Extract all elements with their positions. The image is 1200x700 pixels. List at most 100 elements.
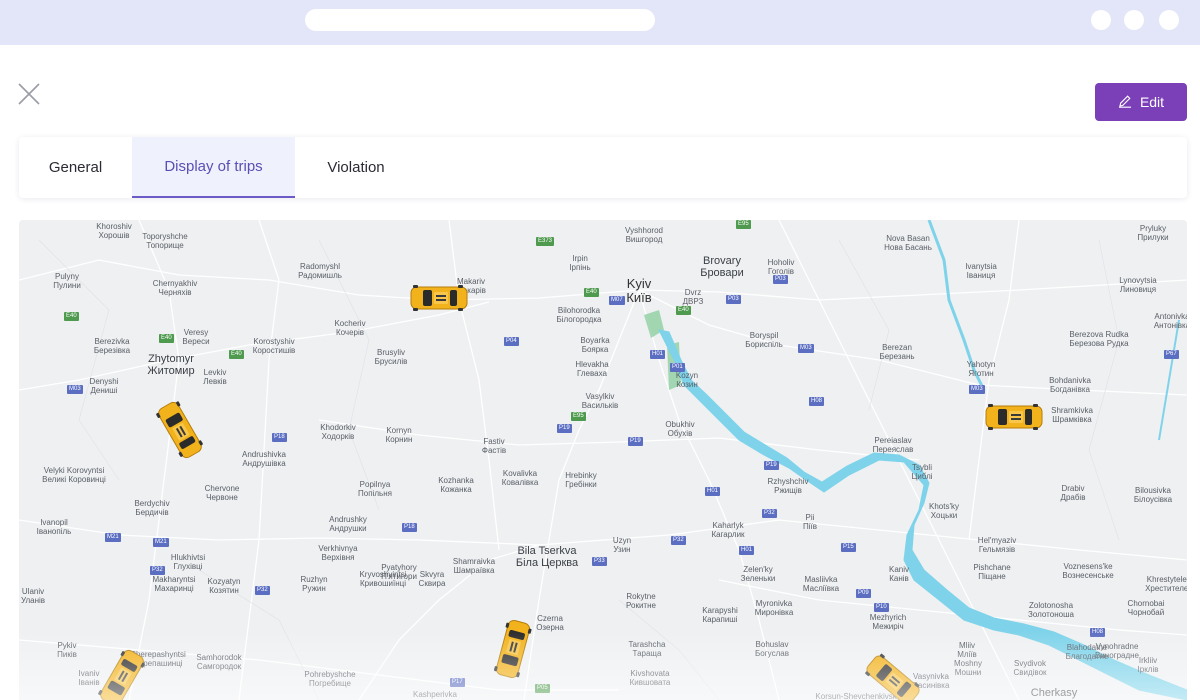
map-city-label: Pulyny Пулини: [53, 272, 81, 290]
map-city-label: Radomyshl Радомишль: [298, 262, 342, 280]
map-city-label: Pryluky Прилуки: [1137, 224, 1169, 242]
map-city-label: Khoroshiv Хорошів: [96, 222, 132, 240]
taxi-icon[interactable]: [410, 284, 468, 312]
road-shield: P10: [874, 603, 889, 612]
map-city-label: Tarashcha Тараща: [628, 640, 666, 658]
map-city-label: Vyshhorod Вишгород: [625, 226, 663, 244]
road-shield: P05: [535, 684, 550, 693]
map-city-label: Hel'myaziv Гельмязів: [977, 536, 1017, 554]
road-shield: P04: [504, 337, 519, 346]
road-shield: E40: [64, 312, 79, 321]
map-city-label: Kornyn Корнин: [385, 426, 413, 444]
map-city-label: Andrushivka Андрушівка: [241, 450, 287, 468]
window-control-dot[interactable]: [1124, 10, 1144, 30]
map-city-label: Dvrz ДВРЗ: [682, 288, 704, 306]
map-city-label: Cherkasy: [1030, 687, 1078, 699]
map-city-label: Moshny Мошни: [953, 659, 983, 677]
map-city-label: Veresy Вереси: [182, 328, 210, 346]
map-city-label: Zhytomyr Житомир: [147, 353, 195, 377]
map-city-label: Voznesens'ke Вознесенське: [1062, 562, 1114, 580]
trips-map[interactable]: Kyiv Київ Zhytomyr Житомир Bila Tserkva Бі…: [19, 220, 1187, 700]
road-shield: M03: [969, 385, 985, 394]
map-city-label: Berezan Березань: [879, 343, 915, 361]
map-city-label: Mezhyrich Межиріч: [869, 613, 907, 631]
road-shield: H08: [809, 397, 825, 406]
map-city-label: Pishchane Піщане: [973, 563, 1011, 581]
map-city-label: Ivanopil Іванопіль: [36, 518, 72, 536]
tab-bar: General Display of trips Violation: [19, 137, 1187, 198]
map-city-label: Mliiv Мліїв: [957, 641, 977, 659]
map-city-label: Velyki Korovyntsi Великі Коровинці: [42, 466, 106, 484]
map-city-label: Popilnya Попільня: [358, 480, 392, 498]
road-shield: P01: [670, 363, 685, 372]
road-shield: P19: [628, 437, 643, 446]
map-city-label: Pereiaslav Переяслав: [872, 436, 914, 454]
map-city-label: Czerna Озерна: [536, 614, 564, 632]
edit-button[interactable]: Edit: [1095, 83, 1187, 121]
map-city-label: Brovary Бровари: [700, 255, 744, 279]
road-shield: E95: [571, 412, 586, 421]
map-city-label: Levkiv Левків: [203, 368, 227, 386]
map-city-label: Berezivka Березівка: [93, 337, 131, 355]
road-shield: P15: [841, 543, 856, 552]
close-icon[interactable]: [16, 81, 42, 107]
map-city-label: Chornobai Чорнобай: [1127, 599, 1165, 617]
map-city-label: Tsybli Циблі: [911, 463, 933, 481]
road-shield: M21: [153, 538, 169, 547]
taxi-icon[interactable]: [985, 403, 1043, 431]
road-shield: E95: [736, 220, 751, 229]
map-city-label: Kozyatyn Козятин: [207, 577, 241, 595]
map-city-label: Zelen'ky Зеленьки: [740, 565, 776, 583]
road-shield: P32: [255, 586, 270, 595]
road-shield: P09: [856, 589, 871, 598]
browser-chrome-bar: [0, 0, 1200, 45]
map-city-label: Chernyakhiv Черняхів: [152, 279, 198, 297]
road-shield: P32: [150, 566, 165, 575]
map-city-label: Verkhivnya Верхівня: [318, 544, 358, 562]
map-city-label: Kozyn Козин: [675, 371, 699, 389]
map-city-label: Andrushky Андрушки: [329, 515, 367, 533]
map-city-label: Kryvoshyintsi Кривошиїнці: [359, 570, 407, 588]
map-city-label: Obukhiv Обухів: [665, 420, 695, 438]
map-city-label: Boryspil Бориспіль: [745, 331, 783, 349]
map-city-label: Rokytne Рокитне: [626, 592, 656, 610]
road-shield: P18: [272, 433, 287, 442]
map-city-label: Kyiv Київ: [626, 276, 652, 305]
road-shield: H08: [1090, 628, 1106, 637]
map-city-label: Shramkivka Шрамківка: [1051, 406, 1093, 424]
window-control-dot[interactable]: [1159, 10, 1179, 30]
tab-violation[interactable]: Violation: [295, 137, 417, 198]
map-city-label: Antonivka Антонівка: [1153, 312, 1187, 330]
road-shield: P32: [671, 536, 686, 545]
road-shield: M07: [609, 296, 625, 305]
road-shield: E373: [536, 237, 555, 246]
map-city-label: Kivshovata Кившовата: [629, 669, 671, 687]
map-city-label: Pohrebyshche Погребище: [304, 670, 356, 688]
map-city-label: Makharyntsi Махаринці: [152, 575, 196, 593]
tab-general[interactable]: General: [19, 137, 132, 198]
map-city-label: Skvyra Сквира: [418, 570, 446, 588]
tab-display-of-trips[interactable]: Display of trips: [132, 137, 295, 198]
map-city-label: Kovalivka Ковалівка: [501, 469, 539, 487]
road-shield: E40: [229, 350, 244, 359]
road-shield: E40: [159, 334, 174, 343]
map-city-label: Nova Basan Нова Басань: [884, 234, 932, 252]
map-city-label: Rzhyshchiv Ржищів: [767, 477, 809, 495]
map-city-label: Irpin Ірпінь: [569, 254, 591, 272]
pencil-icon: [1118, 94, 1132, 111]
map-city-label: Vasylkiv Васильків: [581, 392, 619, 410]
road-shield: M21: [105, 533, 121, 542]
map-city-label: Chervone Червоне: [204, 484, 240, 502]
map-city-label: Khots'ky Хоцьки: [929, 502, 959, 520]
road-shield: P32: [762, 509, 777, 518]
map-city-label: Fastiv Фастів: [481, 437, 507, 455]
address-bar[interactable]: [305, 9, 655, 31]
map-city-label: Hrebinky Гребінки: [565, 471, 597, 489]
window-control-dot[interactable]: [1091, 10, 1111, 30]
map-city-label: Pii Піїв: [803, 513, 817, 531]
road-shield: P19: [764, 461, 779, 470]
map-city-label: Zolotonosha Золотоноша: [1028, 601, 1074, 619]
map-city-label: Kocheriv Кочерів: [334, 319, 366, 337]
map-city-label: Svydivok Свидівок: [1013, 659, 1047, 677]
road-shield: E40: [584, 288, 599, 297]
